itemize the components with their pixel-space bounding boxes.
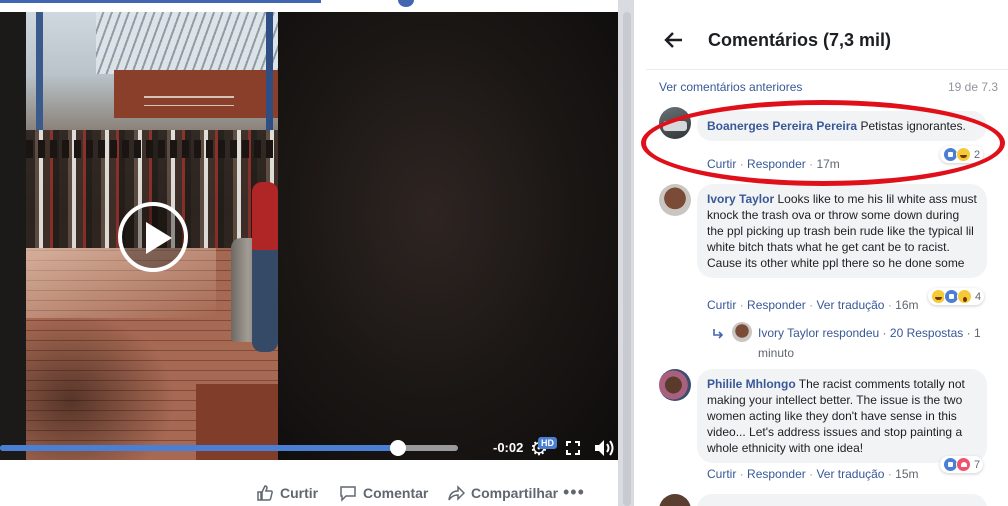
share-arrow-icon <box>448 485 465 501</box>
scene-crowd-heads <box>26 140 278 158</box>
page: -0:02 ⚙ HD Curtir Comentar Compartilhar … <box>0 0 1008 506</box>
comment-like-link[interactable]: Curtir <box>707 157 736 171</box>
avatar[interactable] <box>659 107 691 139</box>
reaction-count: 7 <box>974 458 981 471</box>
comment-bubble-icon <box>340 486 356 502</box>
separator: · <box>809 298 814 312</box>
share-action[interactable]: Compartilhar <box>447 484 558 502</box>
top-loading-bar <box>0 0 618 12</box>
separator: · <box>739 298 744 312</box>
view-previous-comments-link[interactable]: Ver comentários anteriores <box>659 80 802 94</box>
comment-meta: Curtir · Responder · Ver tradução · 15m <box>707 467 919 481</box>
see-translation-link[interactable]: Ver tradução <box>816 467 884 481</box>
avatar-photo-detail <box>663 121 687 131</box>
seek-handle[interactable] <box>390 440 407 456</box>
video-panel: -0:02 ⚙ HD Curtir Comentar Compartilhar … <box>0 0 618 506</box>
separator: · <box>739 157 744 171</box>
comment-bubble-partial <box>697 494 987 506</box>
comments-counter: 19 de 7.3 <box>948 80 999 94</box>
loading-indicator <box>398 0 414 7</box>
separator: · <box>739 467 744 481</box>
wow-reaction-icon <box>957 289 972 304</box>
separator: · <box>882 326 887 340</box>
reply-age-unit: minuto <box>758 346 795 360</box>
fullscreen-icon[interactable] <box>566 441 580 455</box>
scene-sunlight <box>26 248 216 318</box>
comment-author[interactable]: Ivory Taylor <box>707 192 774 206</box>
comment-time[interactable]: 17m <box>816 157 839 171</box>
scene-pole <box>36 12 43 132</box>
comments-header: Comentários (7,3 mil) <box>646 0 1008 70</box>
reaction-summary[interactable]: 2 <box>940 146 984 163</box>
video-letterbox-left <box>0 12 26 460</box>
see-translation-link[interactable]: Ver tradução <box>816 298 884 312</box>
comment-author[interactable]: Boanerges Pereira Pereira <box>707 119 857 133</box>
comment-time[interactable]: 15m <box>895 467 918 481</box>
view-replies-link[interactable]: Ivory Taylor respondeu · 20 Respostas · … <box>758 326 981 340</box>
separator: · <box>887 298 892 312</box>
separator: · <box>887 467 892 481</box>
scene-building-sign <box>114 70 278 118</box>
reply-age-continued: minuto <box>758 346 794 360</box>
reaction-summary[interactable]: 7 <box>940 456 984 473</box>
video-player[interactable]: -0:02 ⚙ HD <box>0 12 618 460</box>
share-label: Compartilhar <box>471 485 559 501</box>
hd-badge: HD <box>538 437 557 449</box>
comment-reply-link[interactable]: Responder <box>747 467 806 481</box>
reaction-summary[interactable]: 4 <box>928 288 985 305</box>
reaction-count: 2 <box>974 148 981 161</box>
love-reaction-icon <box>956 457 971 472</box>
comment-like-link[interactable]: Curtir <box>707 298 736 312</box>
comment-bubble: Philile Mhlongo The racist comments tota… <box>697 369 987 463</box>
separator: · <box>966 326 971 340</box>
video-letterbox-right <box>278 12 618 460</box>
scene-roof <box>96 12 278 74</box>
comment-bubble: Ivory Taylor Looks like to me his lil wh… <box>697 184 987 278</box>
comment-like-link[interactable]: Curtir <box>707 467 736 481</box>
reply-verb: respondeu <box>822 326 880 340</box>
comment-text: Petistas ignorantes. <box>860 119 966 133</box>
comment-meta: Curtir · Responder · 17m <box>707 157 840 171</box>
scrollbar[interactable] <box>623 12 631 506</box>
separator: · <box>809 157 814 171</box>
scene-sign-lettering <box>144 96 234 106</box>
comment-author[interactable]: Philile Mhlongo <box>707 377 796 391</box>
seek-bar[interactable] <box>0 440 458 456</box>
scene-person <box>252 182 278 352</box>
loading-progress <box>0 0 322 3</box>
video-controls: -0:02 ⚙ HD <box>0 424 618 460</box>
reply-arrow-icon <box>713 329 724 339</box>
like-action[interactable]: Curtir <box>256 484 318 502</box>
avatar[interactable] <box>659 184 691 216</box>
comments-panel: Comentários (7,3 mil) Ver comentários an… <box>646 0 1008 506</box>
haha-reaction-icon <box>956 147 971 162</box>
comment-reply-link[interactable]: Responder <box>747 298 806 312</box>
reply-age: 1 <box>973 326 981 340</box>
thumbs-up-icon <box>257 485 273 501</box>
reply-count: 20 Respostas <box>889 326 964 340</box>
avatar[interactable] <box>659 369 691 401</box>
seek-progress <box>0 445 399 451</box>
more-options-button[interactable]: ••• <box>563 482 585 503</box>
reaction-count: 4 <box>975 290 982 303</box>
reply-avatar <box>732 322 752 342</box>
like-label: Curtir <box>280 485 319 501</box>
post-actions: Curtir Comentar Compartilhar ••• <box>0 460 618 506</box>
separator: · <box>809 467 814 481</box>
comment-reply-link[interactable]: Responder <box>747 157 806 171</box>
comment-label: Comentar <box>363 485 429 501</box>
play-icon <box>146 222 172 254</box>
comment-action[interactable]: Comentar <box>339 484 428 502</box>
reply-author: Ivory Taylor <box>758 326 820 340</box>
back-arrow-icon[interactable] <box>664 30 684 50</box>
play-button[interactable] <box>118 202 188 272</box>
scene-pole <box>266 12 273 132</box>
time-remaining: -0:02 <box>493 440 524 455</box>
comment-time[interactable]: 16m <box>895 298 918 312</box>
comment-bubble: Boanerges Pereira Pereira Petistas ignor… <box>697 111 987 141</box>
comments-title: Comentários (7,3 mil) <box>708 30 892 50</box>
volume-icon[interactable] <box>594 439 616 457</box>
comment-meta: Curtir · Responder · Ver tradução · 16m <box>707 298 919 312</box>
avatar[interactable] <box>659 494 691 506</box>
